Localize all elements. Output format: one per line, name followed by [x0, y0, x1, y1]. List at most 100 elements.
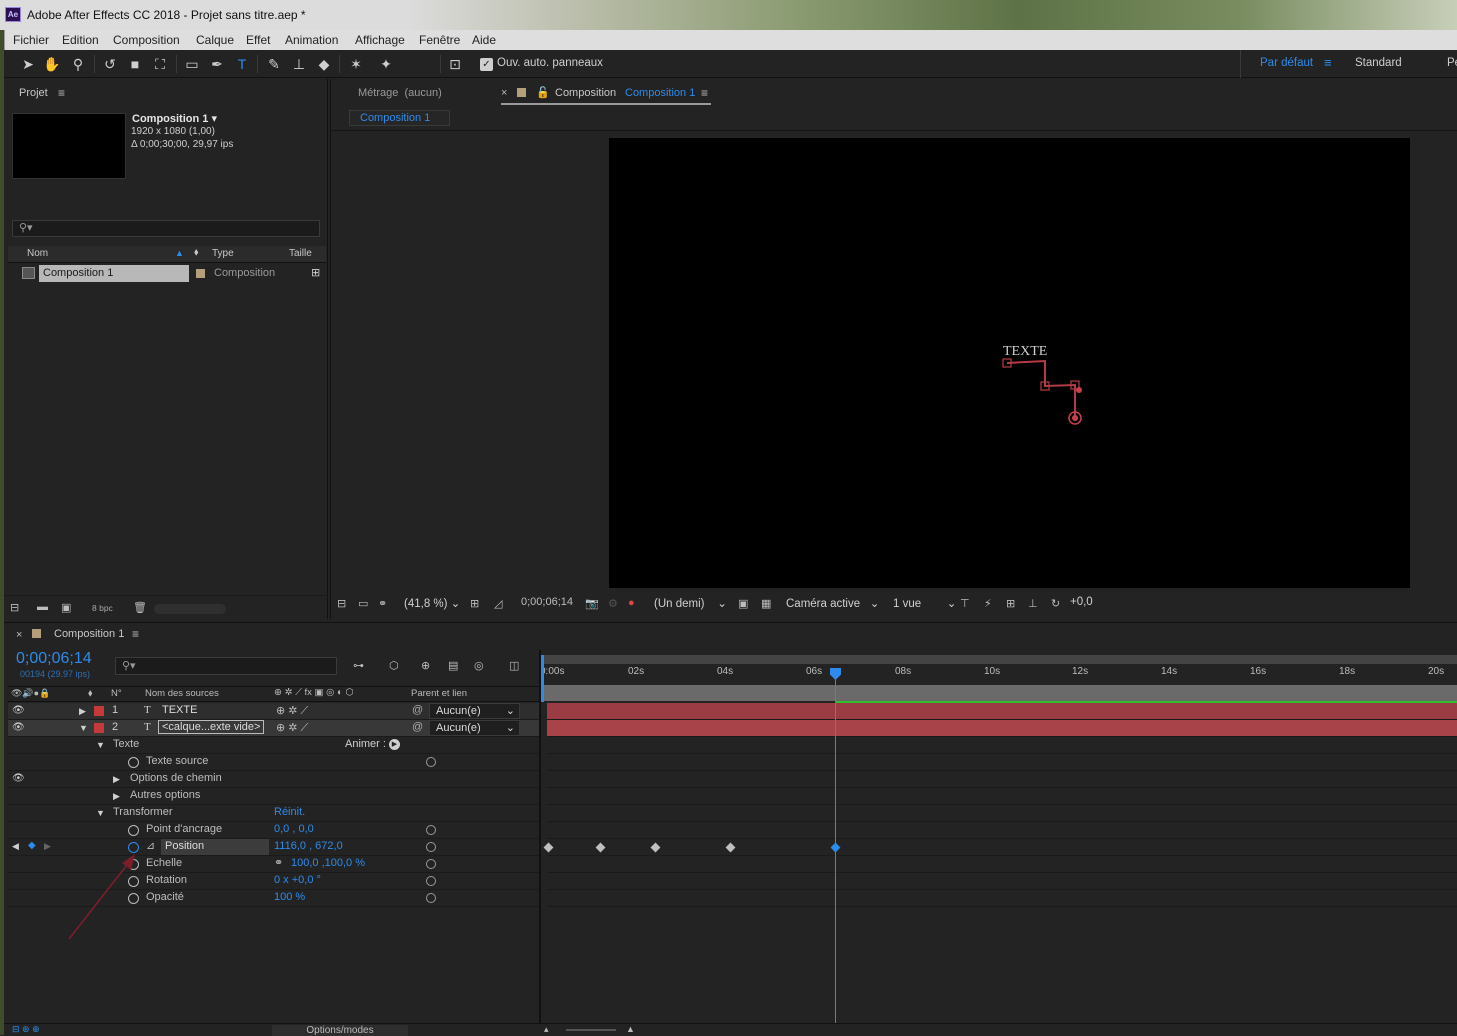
expression-pickwhip-icon[interactable]	[426, 876, 436, 886]
menu-edition[interactable]: Edition	[62, 33, 99, 47]
always-preview-icon[interactable]: ⊟	[337, 597, 346, 610]
camera-dropdown[interactable]: Caméra active ⌄	[786, 596, 879, 613]
menu-fenetre[interactable]: Fenêtre	[419, 33, 460, 47]
col-type[interactable]: Type	[212, 248, 234, 259]
constrain-proportions-icon[interactable]: ⚭	[274, 856, 283, 869]
prop-autres-options[interactable]: Autres options	[130, 789, 200, 801]
parent-pickwhip-icon[interactable]: @	[412, 704, 423, 716]
menu-effet[interactable]: Effet	[246, 33, 270, 47]
prop-position[interactable]: Position	[161, 839, 269, 855]
prop-options-chemin[interactable]: Options de chemin	[130, 772, 222, 784]
anchor-point-value[interactable]: 0,0 , 0,0	[274, 823, 314, 835]
bit-depth[interactable]: 8 bpc	[92, 603, 113, 613]
clone-stamp-tool-icon[interactable]: ⊥	[289, 54, 309, 74]
parent-dropdown[interactable]: Aucun(e) ⌄	[429, 703, 520, 719]
flowchart-icon[interactable]: ⊞	[311, 266, 320, 279]
timeline-icon[interactable]: ⊞	[1006, 597, 1015, 610]
fit-icon[interactable]: ⊞	[470, 597, 479, 610]
monitor-icon[interactable]: ▭	[358, 597, 368, 610]
layer-row-1[interactable]: 👁 ▶ 1 T TEXTE ⊕ ✲ ⟋ @ Aucun(e) ⌄	[8, 703, 539, 720]
layer-2-duration-bar[interactable]	[547, 720, 1457, 737]
menu-aide[interactable]: Aide	[472, 33, 496, 47]
safe-zones-icon[interactable]: ◿	[494, 597, 502, 610]
reset-exposure-icon[interactable]: ↻	[1051, 597, 1060, 610]
rotation-value[interactable]: 0 x +0,0 °	[274, 874, 321, 886]
current-time[interactable]: 0;00;06;14	[16, 650, 92, 668]
stopwatch-icon[interactable]	[128, 825, 139, 836]
footage-tab[interactable]: Métrage (aucun)	[358, 87, 442, 99]
position-value[interactable]: 1116,0 , 672,0	[274, 840, 343, 852]
visibility-eye-icon[interactable]: 👁	[12, 722, 25, 733]
prop-rotation[interactable]: Rotation	[146, 874, 187, 886]
panel-divider[interactable]	[539, 650, 541, 1035]
timeline-search-input[interactable]: ⚲▾	[115, 657, 337, 675]
keyframe[interactable]	[595, 842, 606, 853]
project-tab[interactable]: Projet	[19, 87, 48, 99]
show-snapshot-icon[interactable]: ⚙	[608, 597, 618, 610]
frame-blending-icon[interactable]: ▤	[448, 659, 458, 672]
col-source-name[interactable]: Nom des sources	[145, 688, 219, 699]
col-name[interactable]: Nom	[27, 248, 48, 259]
viewer-menu-icon[interactable]: ≡	[701, 86, 708, 100]
rotate-tool-icon[interactable]: ↺	[100, 54, 120, 74]
new-composition-icon[interactable]: ▣	[61, 601, 71, 614]
project-menu-icon[interactable]: ≡	[58, 86, 65, 100]
comp-breadcrumb[interactable]: Composition 1	[349, 110, 450, 126]
reset-link[interactable]: Réinit.	[274, 806, 305, 818]
expand-options-arrow[interactable]: ▶	[113, 774, 120, 785]
resolution-dropdown[interactable]: (Un demi) ⌄	[654, 596, 727, 613]
viewer-timecode[interactable]: 0;00;06;14	[521, 596, 573, 613]
draft-3d-icon[interactable]: ⬡	[389, 659, 399, 672]
stopwatch-icon[interactable]	[128, 757, 139, 768]
project-item-row[interactable]: Composition 1 Composition ⊞	[8, 265, 326, 282]
prop-opacite[interactable]: Opacité	[146, 891, 184, 903]
animate-menu[interactable]: Animer :	[345, 738, 386, 750]
workspace-default[interactable]: Par défaut	[1260, 57, 1313, 69]
channels-icon[interactable]: ●	[628, 597, 635, 609]
expand-layer-1-arrow[interactable]: ▶	[79, 706, 86, 717]
expression-pickwhip-icon[interactable]	[426, 893, 436, 903]
comp-mini-flowchart-icon[interactable]: ⊶	[353, 659, 364, 672]
toggle-pixel-aspect-icon[interactable]: ⊤	[960, 597, 970, 610]
project-search-input[interactable]: ⚲▾	[12, 220, 320, 237]
puppet-tool-icon[interactable]: ✦	[376, 54, 396, 74]
menu-composition[interactable]: Composition	[113, 33, 180, 47]
switches-modes-toggle[interactable]: Options/modes	[272, 1025, 408, 1036]
scale-value[interactable]: 100,0 ,100,0 %	[291, 857, 365, 869]
zoom-in-icon[interactable]: ▲	[626, 1024, 635, 1034]
visibility-eye-icon[interactable]: 👁	[12, 705, 25, 716]
footer-toggle-icons[interactable]: ⊟ ⊛ ⊕	[12, 1024, 40, 1035]
close-tab-icon[interactable]: ×	[501, 87, 507, 99]
expression-pickwhip-icon[interactable]	[426, 757, 436, 767]
rectangle-tool-icon[interactable]: ▭	[182, 54, 202, 74]
parent-dropdown[interactable]: Aucun(e) ⌄	[429, 720, 520, 736]
comp-name[interactable]: Composition 1 ▾	[132, 112, 217, 125]
zoom-tool-icon[interactable]: ⚲	[68, 54, 88, 74]
snapping-icon[interactable]: ⊡	[445, 54, 465, 74]
workspace-menu-icon[interactable]: ≡	[1324, 55, 1332, 70]
motion-blur-icon[interactable]: ◎	[474, 659, 484, 672]
prop-echelle[interactable]: Echelle	[146, 857, 182, 869]
layer-label-color[interactable]	[94, 723, 104, 733]
fast-previews-icon[interactable]: ⚡	[984, 597, 992, 610]
animate-play-icon[interactable]: ▶	[389, 739, 400, 750]
workspace-standard[interactable]: Standard	[1355, 57, 1402, 69]
expression-pickwhip-icon[interactable]	[426, 859, 436, 869]
menu-calque[interactable]: Calque	[196, 33, 234, 47]
collapse-transformer-arrow[interactable]: ▼	[96, 808, 105, 818]
trash-icon[interactable]: 🗑	[133, 601, 147, 614]
menu-animation[interactable]: Animation	[285, 33, 338, 47]
composition-canvas[interactable]: TEXTE	[609, 138, 1410, 588]
parent-pickwhip-icon[interactable]: @	[412, 721, 423, 733]
pan-behind-tool-icon[interactable]: ⛶	[150, 54, 170, 74]
expression-pickwhip-icon[interactable]	[426, 842, 436, 852]
layer-row-2[interactable]: 👁 ▼ 2 T <calque...exte vide> ⊕ ✲ ⟋ @ Auc…	[8, 720, 539, 737]
brush-tool-icon[interactable]: ✎	[264, 54, 284, 74]
workspace-more[interactable]: Pe	[1447, 57, 1457, 69]
project-item-name[interactable]: Composition 1	[39, 265, 189, 282]
prop-texte[interactable]: Texte	[113, 738, 139, 750]
motion-path[interactable]	[989, 348, 1089, 448]
add-keyframe-icon[interactable]: ◆	[28, 840, 36, 851]
zoom-dropdown[interactable]: (41,8 %) ⌄	[404, 596, 460, 613]
graph-editor-icon[interactable]: ◫	[509, 659, 519, 672]
